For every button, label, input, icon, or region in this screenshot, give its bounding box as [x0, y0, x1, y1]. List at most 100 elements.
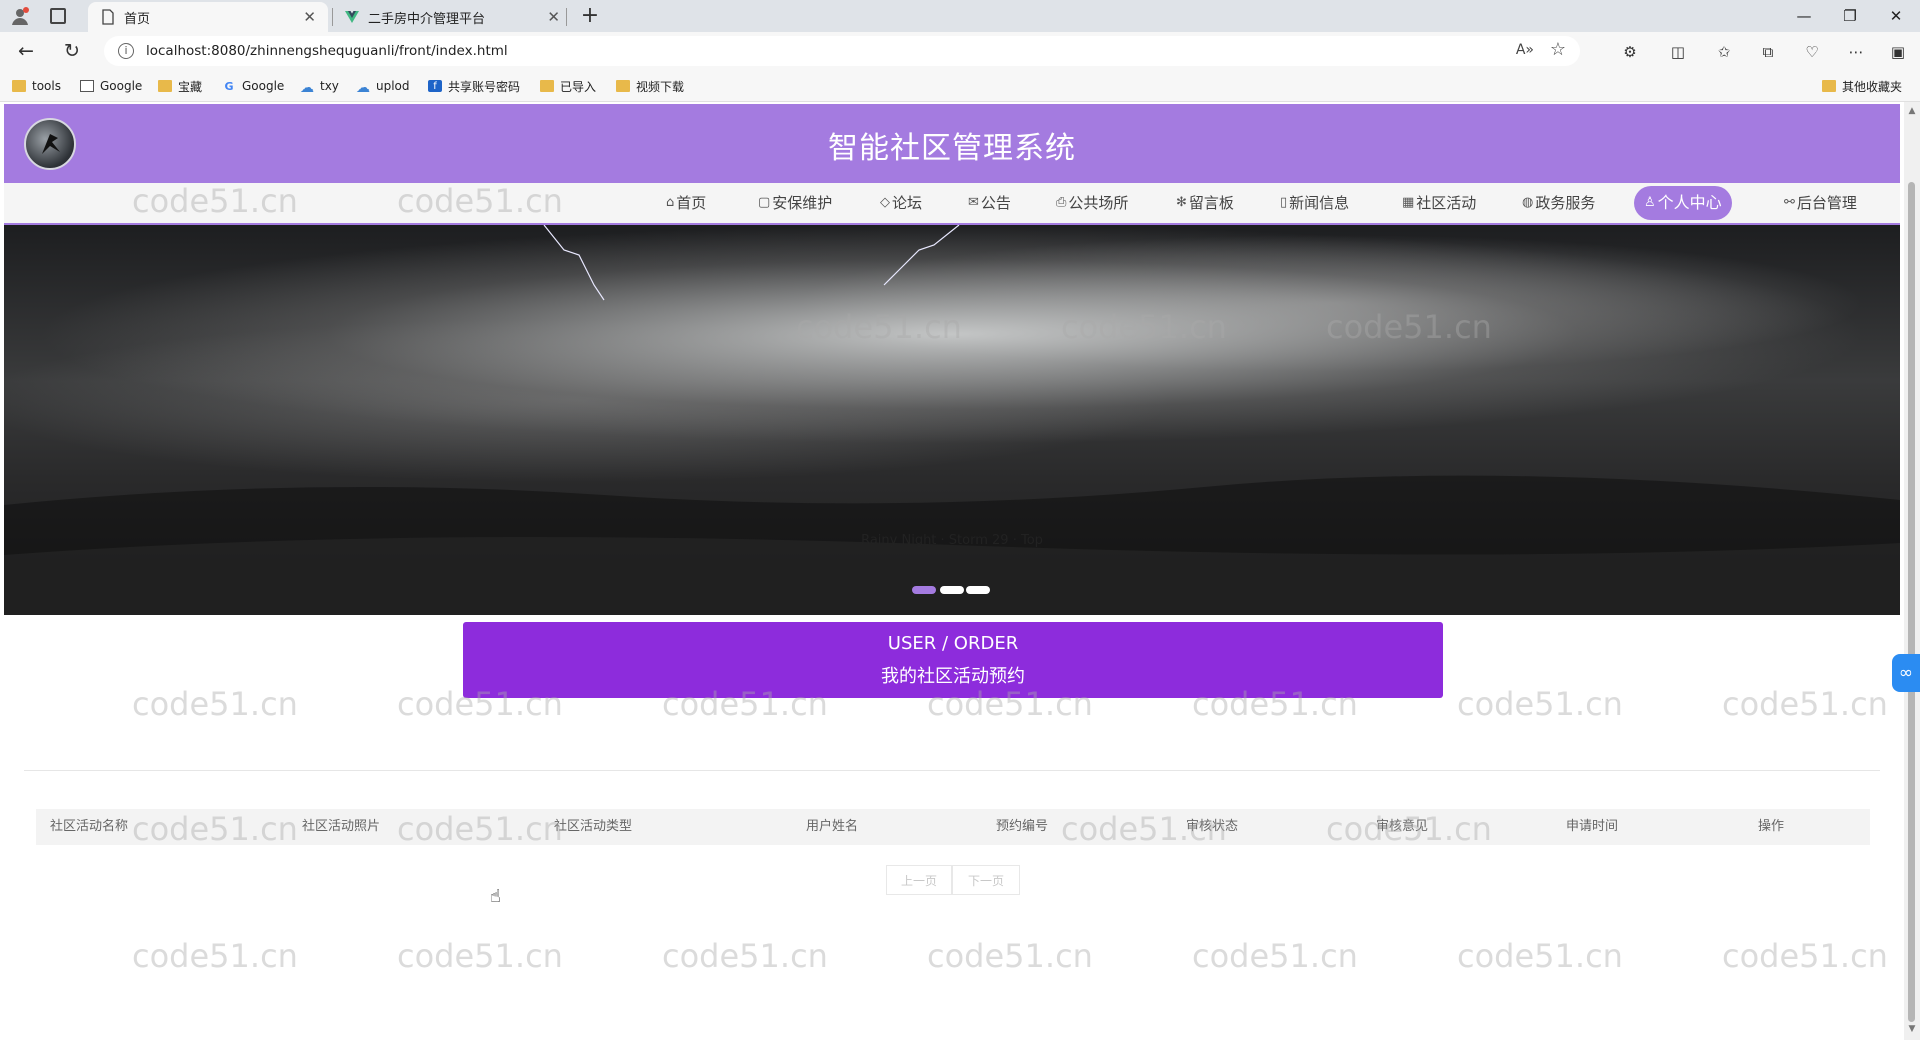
bookmark-label: tools	[32, 79, 61, 93]
site-title: 智能社区管理系统	[828, 131, 1076, 166]
bookmark-imported[interactable]: 已导入	[540, 77, 596, 95]
bookmark-uplod[interactable]: ☁ uplod	[356, 77, 410, 96]
banner-storm-image	[4, 225, 1900, 615]
sidebar-toggle-icon[interactable]: ▣	[1888, 42, 1908, 62]
carousel-dot-1[interactable]	[912, 586, 936, 594]
bookmark-label: txy	[320, 79, 339, 93]
bookmark-google-2[interactable]: G Google	[222, 77, 284, 95]
workspaces-icon[interactable]	[50, 8, 66, 24]
page-scrollbar[interactable]: ▲ ▼	[1904, 102, 1920, 1040]
bookmark-treasure[interactable]: 宝藏	[158, 77, 202, 95]
scrollbar-thumb[interactable]	[1908, 182, 1915, 1022]
column-header: 预约编号	[996, 819, 1049, 834]
nav-security[interactable]: ▢ 安保维护	[758, 183, 832, 223]
mouse-pointer-icon: ☝	[490, 886, 501, 907]
nav-forum[interactable]: ◇ 论坛	[880, 183, 922, 223]
bookmark-video-download[interactable]: 视频下载	[616, 77, 684, 95]
folder-icon	[540, 80, 554, 92]
nav-notice[interactable]: ✉ 公告	[968, 183, 1011, 223]
column-header: 申请时间	[1566, 819, 1619, 834]
tab-title: 二手房中介管理平台	[368, 11, 486, 27]
profile-icon[interactable]	[10, 6, 30, 26]
carousel-dot-2[interactable]	[940, 586, 964, 594]
nav-message-board[interactable]: ✻ 留言板	[1176, 183, 1234, 223]
new-tab-button[interactable]: +	[578, 3, 602, 28]
bookmark-txy[interactable]: ☁ txy	[300, 77, 339, 96]
bookmark-google[interactable]: Google	[80, 77, 142, 95]
carousel-dot-3[interactable]	[966, 586, 990, 594]
watermark: code51.cn	[397, 937, 563, 975]
app-icon: f	[428, 80, 442, 92]
banner-caption: Rainy Night · Storm 29 · Top	[861, 533, 1043, 548]
globe-icon: ◍	[1522, 195, 1534, 210]
minimize-button[interactable]: —	[1784, 4, 1824, 28]
nav-label: 社区活动	[1416, 194, 1477, 212]
nav-community-activity[interactable]: ▦ 社区活动	[1402, 183, 1476, 223]
close-icon[interactable]: ✕	[547, 8, 560, 26]
page-icon	[102, 9, 114, 25]
refresh-icon[interactable]: ↻	[60, 40, 84, 64]
folder-icon	[616, 80, 630, 92]
info-icon[interactable]: i	[118, 43, 134, 59]
banner-carousel[interactable]: Rainy Night · Storm 29 · Top	[4, 225, 1900, 615]
tab-secondhand[interactable]: 二手房中介管理平台 ✕	[332, 2, 572, 32]
mail-icon: ✉	[968, 195, 979, 210]
scroll-down-icon[interactable]: ▼	[1906, 1024, 1918, 1034]
nav-admin[interactable]: ⚯ 后台管理	[1784, 183, 1857, 223]
tab-home[interactable]: 首页 ✕	[88, 2, 328, 32]
bookmark-label: uplod	[376, 79, 410, 93]
google-icon: G	[224, 80, 234, 93]
bookmark-label: 视频下载	[636, 79, 685, 94]
page-viewport: 智能社区管理系统 ⌂ 首页 ▢ 安保维护 ◇ 论坛 ✉ 公告 ⎙ 公共场所 ✻ 留言板 ▯ 新…	[0, 102, 1920, 1040]
url-field[interactable]: i localhost:8080/zhinnengshequguanli/fro…	[104, 36, 1580, 66]
favorite-star-icon[interactable]: ☆	[1550, 39, 1566, 60]
page-icon	[80, 80, 94, 92]
tag-icon: ◇	[880, 195, 890, 210]
nav-label: 论坛	[892, 194, 923, 212]
nav-news[interactable]: ▯ 新闻信息	[1280, 183, 1349, 223]
vue-logo-icon	[345, 11, 359, 23]
bookmark-shared-accounts[interactable]: f 共享账号密码	[428, 77, 520, 95]
folder-icon	[1822, 80, 1836, 92]
nav-personal-center[interactable]: ♙ 个人中心	[1634, 186, 1732, 220]
watermark: code51.cn	[1457, 937, 1623, 975]
next-page-button[interactable]: 下一页	[952, 865, 1020, 895]
bookmark-label: 已导入	[560, 79, 597, 94]
home-icon: ⌂	[666, 195, 675, 210]
extensions-icon[interactable]: ⚙	[1620, 42, 1640, 62]
close-window-button[interactable]: ✕	[1876, 4, 1916, 28]
nav-label: 留言板	[1188, 194, 1234, 212]
browser-essentials-icon[interactable]: ♡	[1802, 42, 1822, 62]
prev-page-button[interactable]: 上一页	[886, 865, 952, 895]
watermark: code51.cn	[1722, 937, 1888, 975]
bookmark-label: 宝藏	[178, 79, 203, 94]
split-screen-icon[interactable]: ◫	[1668, 42, 1688, 62]
column-header: 社区活动照片	[302, 819, 381, 834]
restore-button[interactable]: ❐	[1830, 4, 1870, 28]
read-aloud-icon[interactable]: A»	[1516, 42, 1534, 58]
floating-assistant-icon[interactable]: ∞	[1892, 654, 1920, 692]
site-nav: ⌂ 首页 ▢ 安保维护 ◇ 论坛 ✉ 公告 ⎙ 公共场所 ✻ 留言板 ▯ 新闻信息 ▦ 社区活动…	[4, 183, 1900, 225]
section-header: USER / ORDER 我的社区活动预约	[463, 622, 1443, 698]
nav-home[interactable]: ⌂ 首页	[666, 183, 706, 223]
back-icon[interactable]: ←	[14, 40, 38, 64]
printer-icon: ⎙	[1056, 195, 1067, 210]
close-icon[interactable]: ✕	[303, 8, 316, 26]
favorites-icon[interactable]: ✩	[1714, 42, 1734, 62]
bookmark-tools[interactable]: tools	[12, 77, 61, 95]
column-header: 审核意见	[1376, 819, 1429, 834]
more-menu-icon[interactable]: ⋯	[1846, 42, 1866, 62]
scroll-up-icon[interactable]: ▲	[1906, 106, 1918, 116]
watermark: code51.cn	[662, 937, 828, 975]
other-bookmarks[interactable]: 其他收藏夹	[1822, 77, 1902, 95]
column-header: 用户姓名	[806, 819, 859, 834]
collections-icon[interactable]: ⧉	[1758, 42, 1778, 62]
nav-public-places[interactable]: ⎙ 公共场所	[1056, 183, 1128, 223]
folder-icon	[158, 80, 172, 92]
column-header: 审核状态	[1186, 819, 1239, 834]
nav-government-service[interactable]: ◍ 政务服务	[1522, 183, 1595, 223]
site-header: 智能社区管理系统	[4, 104, 1900, 183]
snowflake-icon: ✻	[1176, 195, 1187, 210]
watermark: code51.cn	[132, 937, 298, 975]
cloud-icon: ☁	[300, 80, 314, 96]
